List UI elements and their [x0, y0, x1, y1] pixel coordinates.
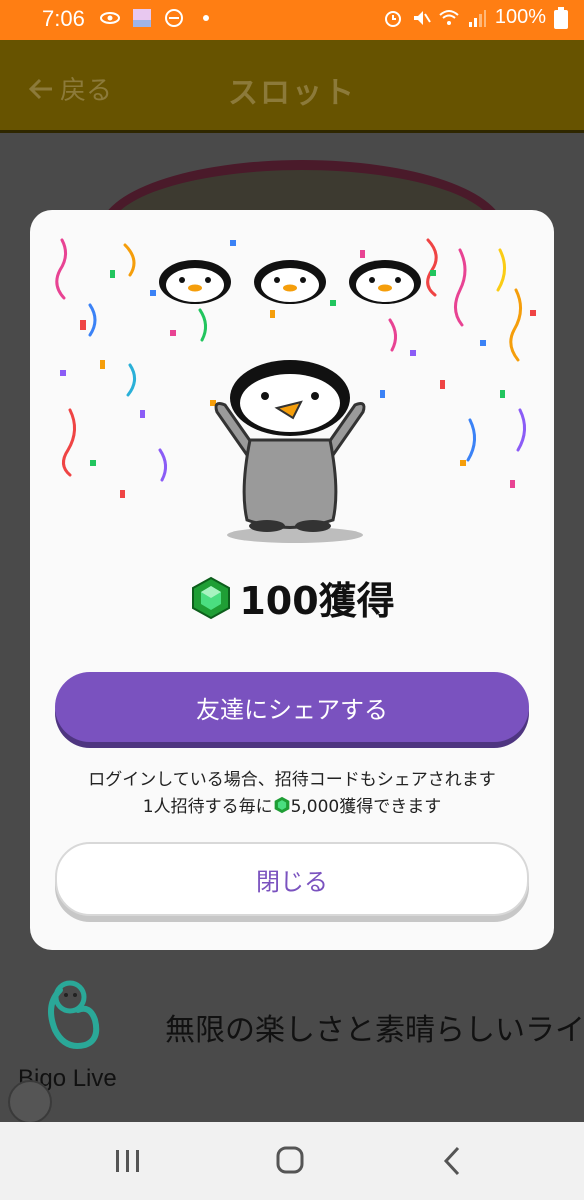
bigo-promo[interactable]: Bigo Live 無限の楽しさと素晴らしいライ [0, 965, 584, 1125]
wifi-icon [439, 9, 459, 25]
bigo-logo-icon [48, 980, 100, 1049]
do-not-disturb-icon [165, 9, 183, 27]
system-nav-bar [0, 1122, 584, 1200]
status-time: 7:06 [42, 6, 85, 31]
invite-info-suffix: 5,000獲得できます [290, 797, 442, 817]
green-gem-icon [274, 796, 289, 813]
penguin-face-icon [159, 260, 231, 304]
info-icon[interactable] [8, 1080, 52, 1124]
share-with-friends-button[interactable]: 友達にシェアする [55, 672, 529, 742]
mute-icon [413, 10, 431, 25]
eye-icon [100, 12, 120, 24]
status-bar: 7:06 100% [0, 0, 584, 40]
penguin-face-icon [349, 260, 421, 304]
penguin-face-icon [254, 260, 326, 304]
close-button[interactable]: 閉じる [55, 842, 529, 916]
app-tagline: 無限の楽しさと素晴らしいライ [165, 1013, 584, 1048]
back-icon[interactable] [434, 1144, 474, 1178]
status-right: 100% [383, 6, 568, 29]
app-bar: 戻る スロット [0, 40, 584, 133]
battery-icon [554, 6, 568, 29]
reward-dialog: 100獲得 友達にシェアする ログインしている場合、招待コードもシェアされます … [30, 210, 554, 950]
reward-amount: 100獲得 [239, 579, 395, 623]
app-thumbnail-icon [133, 9, 151, 27]
alarm-icon [384, 10, 401, 27]
invite-info-line1: ログインしている場合、招待コードもシェアされます [88, 770, 496, 790]
recent-apps-icon[interactable] [108, 1144, 148, 1178]
home-icon[interactable] [270, 1144, 310, 1178]
invite-info-line2: 1人招待する毎に 5,000獲得できます [30, 792, 554, 817]
reward-amount-row: 100獲得 [30, 570, 554, 625]
signal-icon [468, 9, 486, 27]
battery-percent: 100% [494, 6, 546, 28]
status-left-icons [100, 8, 216, 28]
page-title: スロット [228, 76, 356, 111]
green-gem-icon [192, 576, 231, 619]
penguin-mascot-icon [214, 360, 366, 543]
dot-icon [203, 15, 209, 21]
invite-info-prefix: 1人招待する毎に [142, 797, 273, 817]
